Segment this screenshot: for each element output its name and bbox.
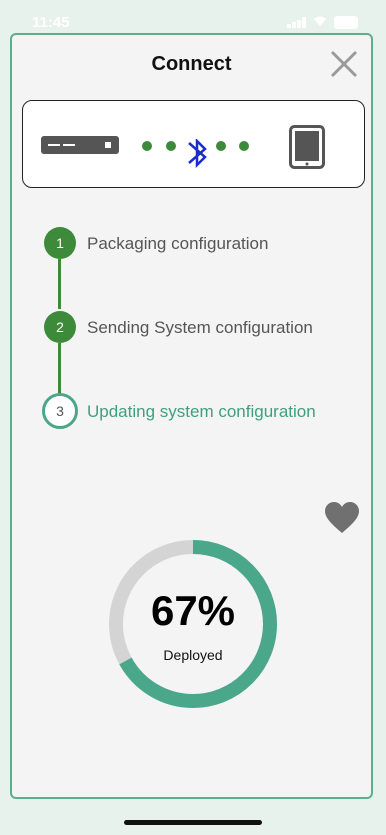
- step-updating: 3 Updating system configuration: [42, 393, 362, 429]
- step-label: Sending System configuration: [87, 318, 313, 337]
- wifi-icon: [312, 14, 328, 31]
- step-connector: [58, 343, 61, 395]
- step-label: Packaging configuration: [87, 234, 269, 253]
- step-number: 2: [44, 311, 76, 343]
- step-label: Updating system configuration: [87, 402, 316, 421]
- progress-percent: 67%: [150, 587, 236, 634]
- dialog-title: Connect: [151, 53, 232, 75]
- server-icon: [41, 136, 119, 159]
- bluetooth-icon: [188, 137, 207, 169]
- step-packaging: 1 Packaging configuration: [42, 225, 362, 261]
- step-sending: 2 Sending System configuration: [42, 309, 362, 345]
- bluetooth-link: [141, 137, 251, 174]
- deployment-progress-ring: 67% Deployed: [108, 539, 278, 709]
- status-bar: 11:45: [0, 0, 386, 34]
- battery-icon: [334, 16, 358, 29]
- heart-icon[interactable]: [324, 501, 360, 535]
- tablet-icon: [289, 125, 325, 174]
- status-time: 11:45: [32, 14, 70, 31]
- connection-diagram: [22, 100, 365, 188]
- step-number: 1: [44, 227, 76, 259]
- step-number: 3: [42, 393, 78, 429]
- close-icon[interactable]: [327, 47, 361, 81]
- connect-dialog: Connect 1 Packaging configuration 2 Send…: [10, 33, 373, 799]
- progress-stepper: 1 Packaging configuration 2 Sending Syst…: [42, 225, 362, 465]
- step-connector: [58, 259, 61, 309]
- progress-caption: Deployed: [163, 647, 223, 663]
- signal-icon: [287, 17, 306, 28]
- status-icons: [287, 14, 358, 31]
- home-indicator[interactable]: [124, 820, 262, 825]
